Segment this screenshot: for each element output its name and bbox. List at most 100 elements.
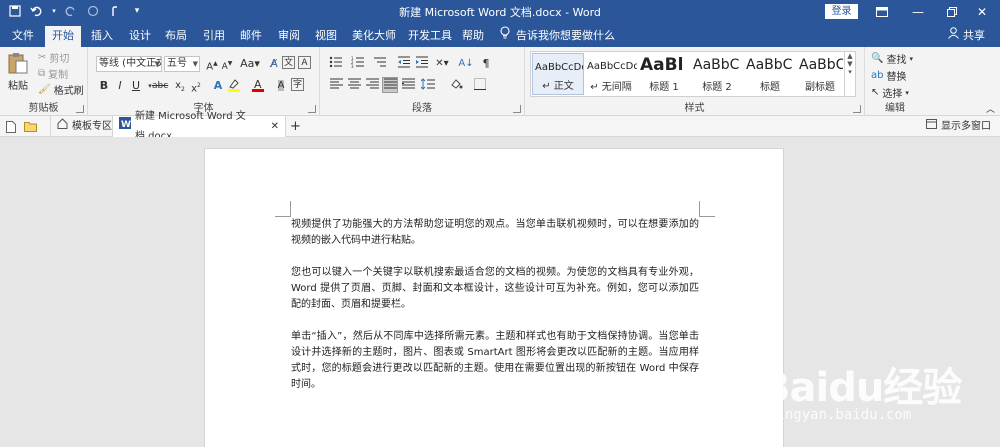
collapse-ribbon-icon[interactable]: ︿ [986,102,995,115]
minimize-icon[interactable]: — [900,0,936,23]
increase-indent-icon[interactable] [414,56,430,72]
tab-references[interactable]: 引用 [196,26,232,47]
change-case-icon[interactable]: Aa▾ [240,56,260,72]
paste-button[interactable]: 粘贴 [6,51,30,92]
sort-icon[interactable]: A↓ [458,56,474,72]
tab-review[interactable]: 审阅 [271,26,307,47]
borders-icon[interactable] [472,78,488,94]
style-preview: AaBbCcDd [587,61,637,72]
document-body[interactable]: 视频提供了功能强大的方法帮助您证明您的观点。当您单击联机视频时，可以在想要添加的… [291,217,699,409]
style-no-spacing[interactable]: AaBbCcDd ↵ 无间隔 [585,53,637,95]
font-launcher-icon[interactable] [308,105,316,113]
tab-insert[interactable]: 插入 [84,26,120,47]
touch-mode-icon[interactable] [106,2,124,20]
show-marks-icon[interactable]: ¶ [478,56,494,72]
tab-developer[interactable]: 开发工具 [401,26,459,47]
tab-design[interactable]: 设计 [122,26,158,47]
save-icon[interactable] [6,2,24,20]
multilevel-list-icon[interactable] [372,56,388,72]
align-left-icon[interactable] [328,78,344,94]
gallery-more-icon[interactable]: ▾ [845,68,855,76]
tab-help[interactable]: 帮助 [455,26,491,47]
superscript-icon[interactable]: x2 [188,78,204,94]
chinese-layout-icon[interactable]: ✕▾ [434,56,450,72]
add-tab-icon[interactable]: + [290,116,301,137]
tab-file[interactable]: 文件 [5,26,41,47]
chevron-down-icon[interactable]: ▾ [50,2,58,20]
login-button[interactable]: 登录 [825,4,858,19]
tab-home[interactable]: 开始 [45,26,81,47]
share-button[interactable]: 共享 [948,26,985,47]
align-right-icon[interactable] [364,78,380,94]
align-center-icon[interactable] [346,78,362,94]
tab-mailings[interactable]: 邮件 [233,26,269,47]
styles-scrollbar[interactable]: ▲ ▼ ▾ [844,52,855,96]
line-spacing-icon[interactable] [420,78,436,94]
scroll-up-icon[interactable]: ▲ [845,52,855,60]
shrink-font-icon[interactable]: A▼ [219,56,235,72]
close-icon[interactable]: ✕ [271,117,279,137]
phonetic-guide-icon[interactable]: 文 [282,56,295,69]
folder-icon[interactable] [24,116,37,137]
character-border-icon[interactable]: A [298,56,311,69]
cursor-icon: ↖ [871,87,880,98]
redo-icon[interactable] [62,2,80,20]
tab-beautify[interactable]: 美化大师 [345,26,403,47]
subscript-icon[interactable]: x2 [172,78,188,94]
watermark-brand: Baidu经验 [760,365,962,411]
paragraph-1[interactable]: 视频提供了功能强大的方法帮助您证明您的观点。当您单击联机视频时，可以在想要添加的… [291,217,699,249]
customize-icon[interactable]: ▾ [128,2,146,20]
templates-tab[interactable]: 模板专区 [50,116,118,137]
watermark-url: jingyan.baidu.com [768,407,912,423]
justify-icon[interactable] [382,77,398,93]
highlight-color-icon[interactable] [226,78,242,94]
enclose-characters-icon[interactable]: 字 [291,78,304,91]
style-normal[interactable]: AaBbCcDd ↵ 正文 [532,53,584,95]
scroll-down-icon[interactable]: ▼ [845,60,855,68]
styles-launcher-icon[interactable] [853,105,861,113]
new-document-icon[interactable] [6,116,16,137]
clipboard-launcher-icon[interactable] [76,105,84,113]
decrease-indent-icon[interactable] [396,56,412,72]
grow-font-icon[interactable]: A▲ [204,56,220,72]
find-button[interactable]: 🔍 查找 ▾ [871,51,913,66]
distribute-icon[interactable] [400,78,416,94]
character-shading-icon[interactable]: A [273,78,289,94]
numbering-icon[interactable]: 123 [350,56,366,72]
paragraph-launcher-icon[interactable] [513,105,521,113]
paragraph-2[interactable]: 您也可以键入一个关键字以联机搜索最适合您的文档的视频。为使您的文档具有专业外观，… [291,265,699,313]
copy-button[interactable]: ⧉ 复制 [38,66,68,81]
tab-layout[interactable]: 布局 [158,26,194,47]
tab-view[interactable]: 视图 [308,26,344,47]
multi-window-button[interactable]: 显示多窗口 [926,116,991,137]
style-heading-1[interactable]: AaBl 标题 1 [638,53,690,95]
shading-icon[interactable] [448,78,464,94]
text-effects-icon[interactable]: A [210,78,226,94]
ribbon-display-options-icon[interactable] [864,0,900,23]
circle-icon[interactable] [84,2,102,20]
undo-icon[interactable] [28,2,46,20]
close-icon[interactable]: ✕ [964,0,1000,23]
replace-button[interactable]: ab 替换 [871,68,906,83]
clear-formatting-icon[interactable]: A̸ [266,56,282,72]
style-subtitle[interactable]: AaBbC 副标题 [797,53,843,95]
document-page[interactable]: 视频提供了功能强大的方法帮助您证明您的观点。当您单击联机视频时，可以在想要添加的… [204,148,784,447]
paragraph-3[interactable]: 单击“插入”，然后从不同库中选择所需元素。主题和样式也有助于文档保持协调。当您单… [291,329,699,393]
strikethrough-icon[interactable]: abc [152,78,168,94]
select-button[interactable]: ↖ 选择 ▾ [871,85,909,100]
cut-button[interactable]: ✂ 剪切 [38,50,69,65]
replace-icon: ab [871,70,884,81]
font-size-combo[interactable]: 五号 ▼ [164,56,200,72]
bullets-icon[interactable] [328,56,344,72]
lightbulb-icon [500,26,510,47]
italic-icon[interactable]: I [112,78,128,94]
bold-icon[interactable]: B [96,78,112,94]
font-name-combo[interactable]: 等线 (中文正文) ▼ [96,56,162,72]
style-heading-2[interactable]: AaBbC 标题 2 [691,53,743,95]
tell-me-box[interactable]: 告诉我你想要做什么 [500,26,615,47]
current-document-tab[interactable]: W 新建 Microsoft Word 文档.docx ✕ [112,111,286,142]
font-color-icon[interactable]: A [250,78,266,94]
style-title[interactable]: AaBbC 标题 [744,53,796,95]
margin-mark-top-right [699,201,715,217]
format-painter-button[interactable]: 🖌 格式刷 [38,82,84,97]
